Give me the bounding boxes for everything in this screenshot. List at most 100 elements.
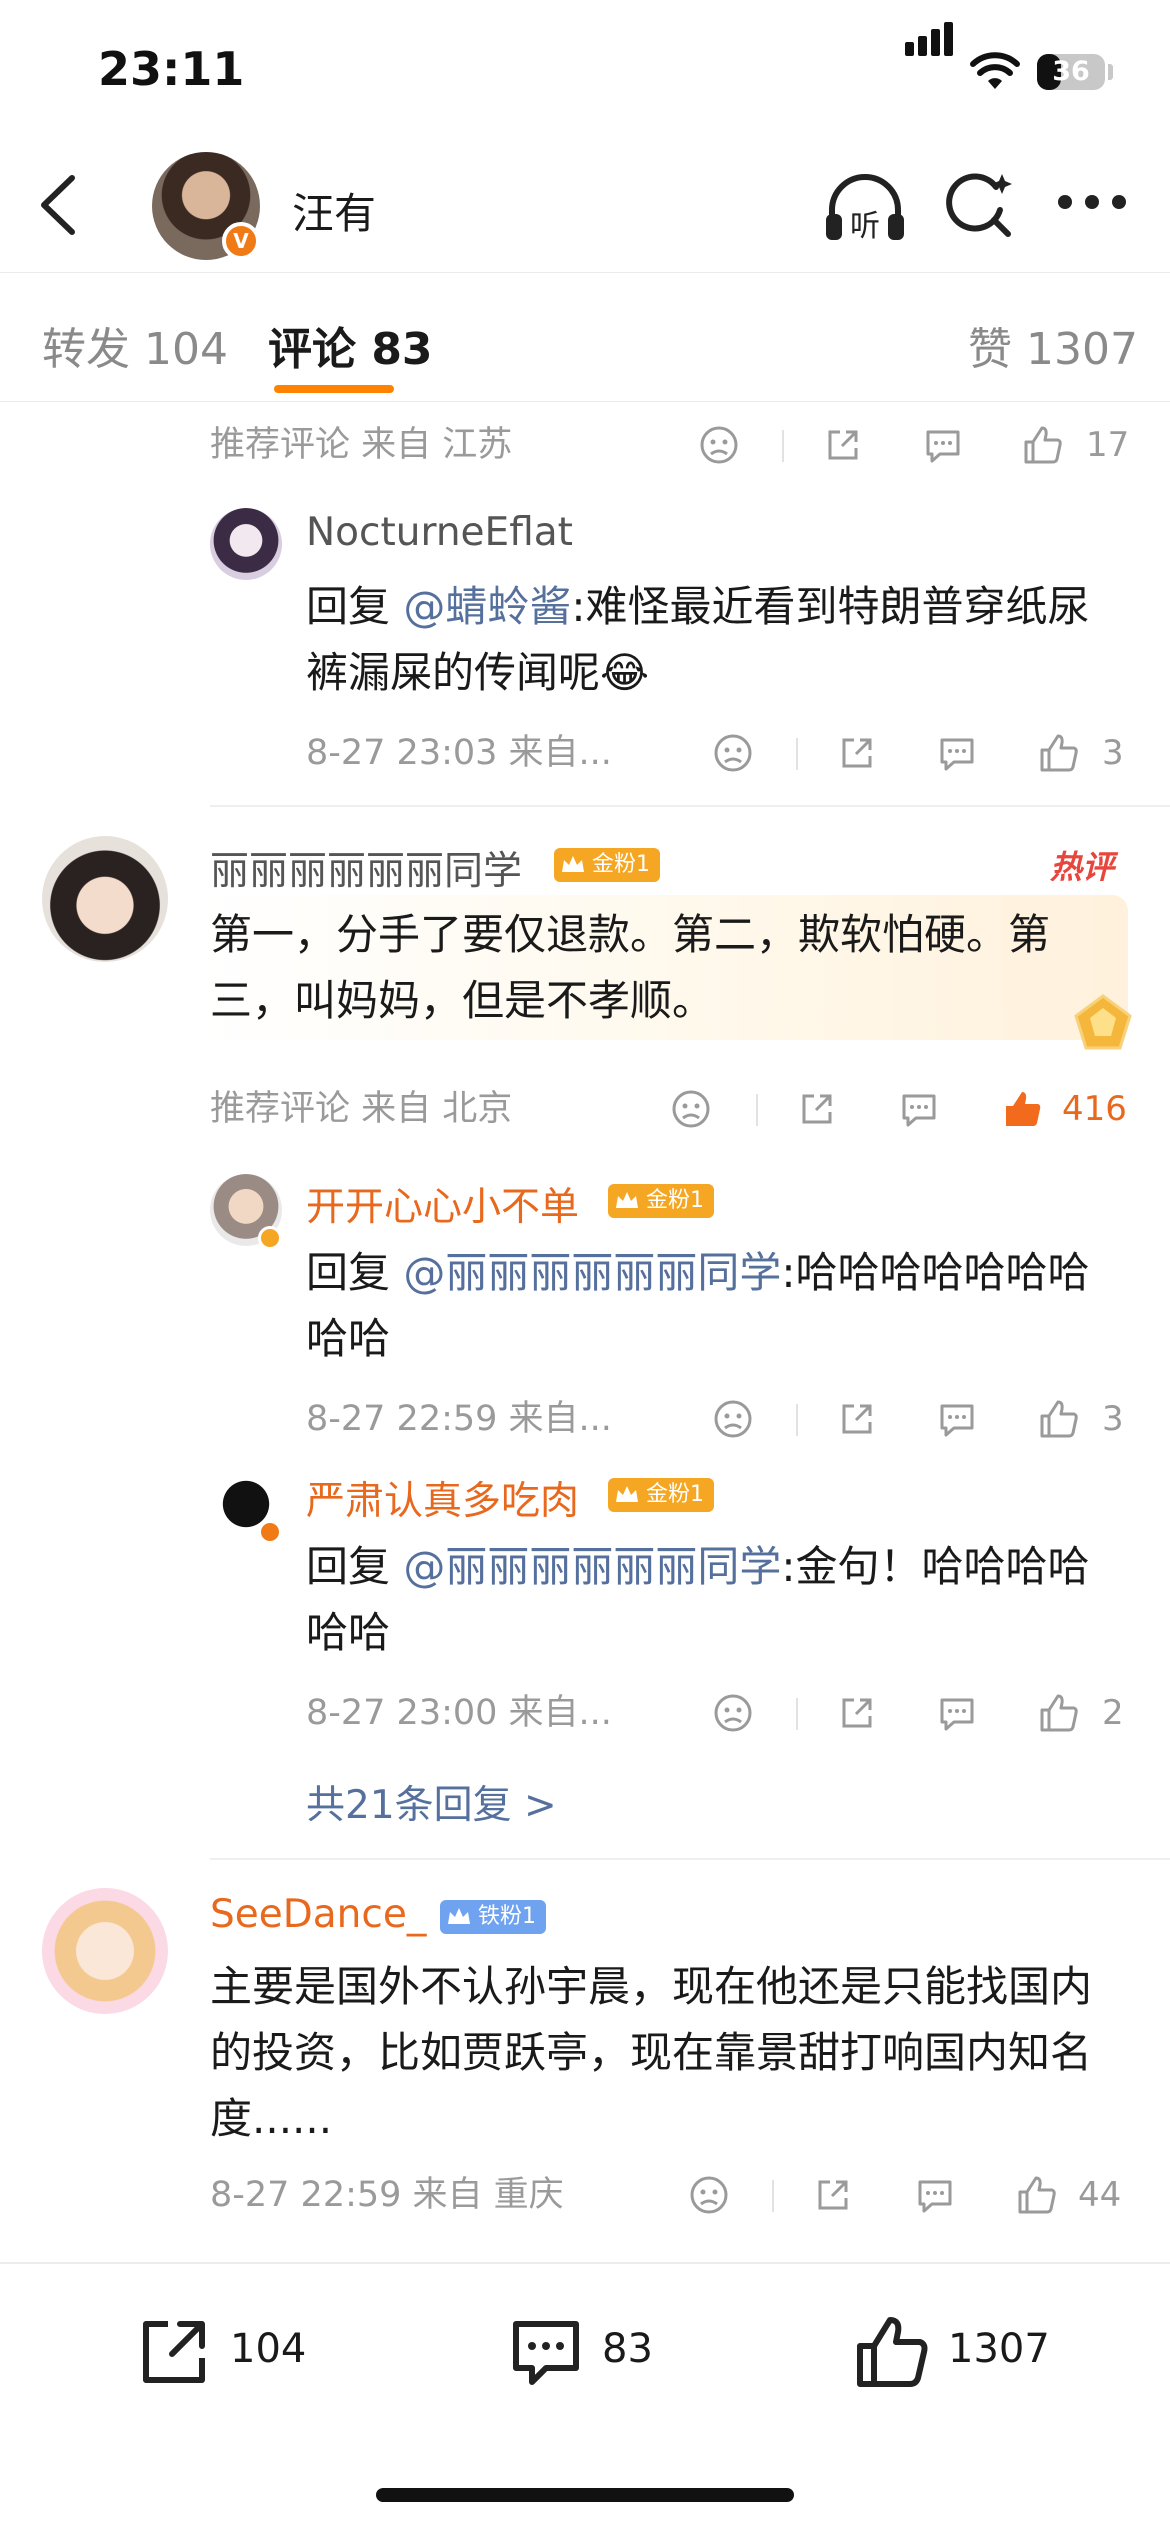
dislike-face-icon[interactable]	[712, 1398, 754, 1440]
more-options-icon[interactable]	[1058, 192, 1126, 212]
like-count: 17	[1086, 425, 1130, 465]
mention-link[interactable]: @蜻蛉酱	[403, 582, 571, 631]
repost-button[interactable]: 104	[134, 2312, 334, 2392]
share-icon[interactable]	[836, 1398, 878, 1440]
comment-button[interactable]: 83	[506, 2312, 686, 2392]
battery-level: 36	[1052, 56, 1090, 87]
post-header: V 汪有 听	[0, 140, 1170, 270]
share-icon[interactable]	[836, 1692, 878, 1734]
tab-repost[interactable]: 转发 104	[42, 313, 228, 377]
share-icon[interactable]	[812, 2174, 854, 2216]
listen-headphones-icon[interactable]: 听	[822, 170, 908, 246]
like-count: 3	[1102, 733, 1124, 773]
like-thumb-icon	[857, 2317, 928, 2387]
comment-username[interactable]: SeeDance_	[210, 1892, 426, 1937]
like-count: 44	[1078, 2175, 1122, 2215]
fan-badge-icon	[562, 856, 584, 872]
more-replies-link[interactable]: 共21条回复 >	[306, 1774, 557, 1830]
fan-badge: 金粉1	[608, 1478, 714, 1512]
user-avatar[interactable]	[210, 508, 282, 580]
comment-meta-text: 8-27 22:59 来自 重庆	[210, 2175, 564, 2215]
comment-meta-row: 推荐评论 来自 北京 416	[210, 1084, 1130, 1134]
listen-label: 听	[850, 209, 880, 244]
bottom-action-bar: 104 83 1307	[0, 2262, 1170, 2532]
user-avatar[interactable]	[42, 1888, 168, 2014]
battery-icon: 36	[1037, 54, 1105, 90]
dislike-face-icon[interactable]	[698, 424, 740, 466]
like-count: 416	[1062, 1089, 1127, 1129]
comment-username[interactable]: 严肃认真多吃肉	[306, 1470, 579, 1526]
fan-badge-icon	[616, 1486, 638, 1502]
fan-badge: 金粉1	[608, 1184, 714, 1218]
post-tabs: 转发 104 评论 83 赞 1307	[0, 272, 1170, 402]
comment-username[interactable]: 丽丽丽丽丽丽同学	[210, 840, 522, 896]
like-thumb-icon[interactable]	[1038, 1398, 1080, 1440]
comment-meta-text: 推荐评论 来自 北京	[210, 1089, 513, 1129]
mention-link[interactable]: @丽丽丽丽丽丽同学	[403, 1542, 781, 1591]
comment-username[interactable]: 开开心心小不单	[306, 1176, 579, 1232]
comment-meta-text: 推荐评论 来自 江苏	[210, 425, 513, 465]
dislike-face-icon[interactable]	[712, 732, 754, 774]
comment-body: 回复 @丽丽丽丽丽丽同学:金句！哈哈哈哈哈哈	[306, 1542, 1090, 1657]
status-time: 23:11	[98, 42, 245, 96]
comment-bubble-icon[interactable]	[914, 2174, 956, 2216]
comment-bubble-icon[interactable]	[898, 1088, 940, 1130]
tab-like[interactable]: 赞 1307	[968, 313, 1138, 377]
comment-body: 回复 @蜻蛉酱:难怪最近看到特朗普穿纸尿裤漏屎的传闻呢😂	[306, 582, 1090, 697]
verified-badge-icon: V	[222, 222, 260, 260]
comment-username[interactable]: NocturneEflat	[306, 510, 573, 555]
comment-body: 第一，分手了要仅退款。第二，欺软怕硬。第三，叫妈妈，但是不孝顺。	[210, 910, 1051, 1025]
mention-link[interactable]: @丽丽丽丽丽丽同学	[403, 1248, 781, 1297]
fan-badge-icon	[448, 1908, 470, 1924]
author-name[interactable]: 汪有	[292, 180, 376, 241]
comment-bubble-icon[interactable]	[922, 424, 964, 466]
comment-meta-row: 8-27 23:00 来自... 2	[306, 1688, 1130, 1738]
share-icon[interactable]	[836, 732, 878, 774]
dislike-face-icon[interactable]	[670, 1088, 712, 1130]
like-thumb-icon[interactable]	[1022, 424, 1064, 466]
verified-badge-icon	[258, 1226, 282, 1250]
comment-bubble-icon[interactable]	[936, 1398, 978, 1440]
tab-comment[interactable]: 评论 83	[268, 313, 433, 377]
search-icon[interactable]	[944, 170, 1014, 240]
repost-count: 104	[230, 2326, 307, 2372]
back-arrow-icon[interactable]	[30, 170, 90, 240]
fan-badge: 金粉1	[554, 848, 660, 882]
like-count: 3	[1102, 1399, 1124, 1439]
like-count: 1307	[948, 2326, 1050, 2372]
comment-meta-text: 8-27 23:03 来自...	[306, 733, 612, 773]
comment-meta-text: 8-27 22:59 来自...	[306, 1399, 612, 1439]
comment-meta-row: 8-27 22:59 来自 重庆 44	[210, 2170, 1130, 2220]
dislike-face-icon[interactable]	[688, 2174, 730, 2216]
comment-bubble-icon	[513, 2321, 579, 2385]
repost-icon	[143, 2321, 205, 2383]
comment-meta-row: 8-27 23:03 来自... 3	[306, 728, 1130, 778]
like-count: 2	[1102, 1693, 1124, 1733]
like-thumb-active-icon[interactable]	[1002, 1088, 1044, 1130]
hot-comment-tag: 热评	[1050, 848, 1115, 886]
like-button[interactable]: 1307	[852, 2312, 1072, 2392]
comment-bubble-icon[interactable]	[936, 732, 978, 774]
user-avatar[interactable]	[42, 836, 168, 962]
fan-badge: 铁粉1	[440, 1900, 546, 1934]
medal-icon	[1074, 994, 1132, 1050]
fan-badge-icon	[616, 1192, 638, 1208]
share-icon[interactable]	[796, 1088, 838, 1130]
active-tab-indicator	[274, 385, 394, 393]
status-bar: 23:11 36	[0, 0, 1170, 140]
like-thumb-icon[interactable]	[1038, 1692, 1080, 1734]
comment-meta-row: 推荐评论 来自 江苏 17	[210, 420, 1130, 470]
dislike-face-icon[interactable]	[712, 1692, 754, 1734]
like-thumb-icon[interactable]	[1016, 2174, 1058, 2216]
share-icon[interactable]	[822, 424, 864, 466]
comment-count: 83	[602, 2326, 653, 2372]
laughing-emoji-icon: 😂	[600, 648, 650, 697]
like-thumb-icon[interactable]	[1038, 732, 1080, 774]
verified-badge-icon	[258, 1520, 282, 1544]
wifi-icon	[970, 52, 1020, 89]
comment-body: 主要是国外不认孙宇晨，现在他还是只能找国内的投资，比如贾跃亭，现在靠景甜打响国内…	[210, 1962, 1093, 2143]
comment-bubble-icon[interactable]	[936, 1692, 978, 1734]
comment-meta-text: 8-27 23:00 来自...	[306, 1693, 612, 1733]
comment-body: 回复 @丽丽丽丽丽丽同学:哈哈哈哈哈哈哈哈哈	[306, 1248, 1090, 1363]
home-indicator[interactable]	[376, 2488, 794, 2502]
